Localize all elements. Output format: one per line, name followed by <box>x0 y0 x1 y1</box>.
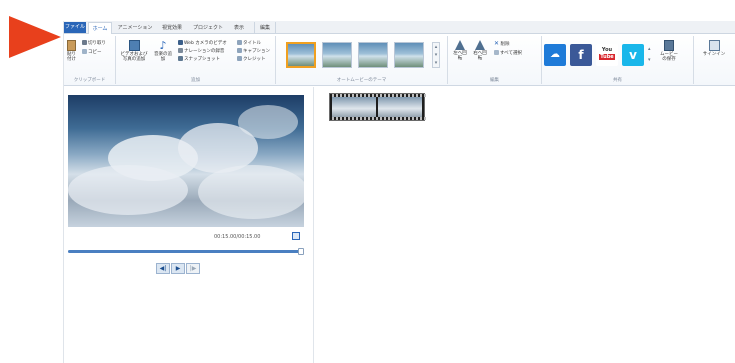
tab-file[interactable]: ファイル <box>64 22 86 33</box>
select-all-icon <box>494 50 499 55</box>
cut-button[interactable]: 切り取り <box>82 40 106 47</box>
credits-icon <box>237 56 242 61</box>
microphone-icon <box>178 48 183 53</box>
rotate-left-button[interactable]: 左へ回転 <box>452 40 468 61</box>
previous-frame-button[interactable]: ◀| <box>156 263 170 274</box>
save-movie-button[interactable]: ムービーの保存 <box>658 40 680 62</box>
vimeo-icon[interactable]: v <box>622 44 644 66</box>
share-group-label: 共有 <box>613 78 622 83</box>
snapshot-button[interactable]: スナップショット <box>178 56 220 63</box>
next-frame-button[interactable]: |▶ <box>186 263 200 274</box>
ribbon-tab-bar: ファイル ホーム アニメーション 視覚効果 プロジェクト 表示 編集 <box>64 21 735 35</box>
rotate-left-label: 左へ回転 <box>453 51 467 61</box>
youtube-icon[interactable]: You Tube <box>596 44 618 66</box>
copy-label: コピー <box>88 50 102 55</box>
snapshot-label: スナップショット <box>184 57 220 62</box>
remove-label: 削除 <box>500 42 510 47</box>
tab-project[interactable]: プロジェクト <box>190 22 226 34</box>
add-video-photo-button[interactable]: ビデオおよび写真の追加 <box>119 40 149 62</box>
clip-frame-2 <box>378 97 422 118</box>
narration-label: ナレーションの録音 <box>184 49 225 54</box>
remove-x-icon: ✕ <box>494 40 500 47</box>
webcam-icon <box>178 40 183 45</box>
webcam-video-button[interactable]: Web カメラのビデオ <box>178 40 227 47</box>
add-music-label: 音楽の追加 <box>154 52 172 62</box>
clipboard-icon <box>67 40 76 51</box>
themes-group-label: オートムービーのテーマ <box>336 78 387 83</box>
copy-button[interactable]: コピー <box>82 49 102 56</box>
rotate-left-icon <box>455 40 465 50</box>
clipboard-group-label: クリップボード <box>73 78 106 83</box>
movie-maker-window: ファイル ホーム アニメーション 視覚効果 プロジェクト 表示 編集 貼り付け … <box>63 21 735 363</box>
facebook-icon[interactable]: f <box>570 44 592 66</box>
sign-in-group: サインイン <box>696 36 732 84</box>
add-group-label: 追加 <box>191 78 200 83</box>
theme-contemporary-thumbnail[interactable] <box>322 42 352 68</box>
paste-button[interactable]: 貼り付け <box>65 40 78 62</box>
video-preview <box>68 95 304 227</box>
record-narration-button[interactable]: ナレーションの録音 <box>178 48 224 55</box>
film-photo-icon <box>128 40 140 51</box>
add-group: ビデオおよび写真の追加 ♪ 音楽の追加 Web カメラのビデオ ナレーションの録… <box>116 36 276 84</box>
youtube-bottom-label: Tube <box>599 54 615 60</box>
select-all-label: すべて選択 <box>500 51 523 56</box>
select-all-button[interactable]: すべて選択 <box>494 50 522 57</box>
editing-group-label: 編集 <box>490 78 499 83</box>
theme-cinematic-thumbnail[interactable] <box>358 42 388 68</box>
pointer-arrow-icon <box>9 16 61 58</box>
preview-timecode: 00:15.00/00:15.00 <box>214 234 261 240</box>
title-label: タイトル <box>243 41 261 46</box>
share-gallery-scroll[interactable]: ▴ ▾ <box>648 44 654 66</box>
caption-label: キャプション <box>243 49 270 54</box>
youtube-top-label: You <box>601 47 613 53</box>
sign-in-icon <box>708 40 720 51</box>
ribbon: 貼り付け 切り取り コピー クリップボード ビデオおよび写真の追加 ♪ 音楽の追… <box>64 34 735 86</box>
camera-icon <box>178 56 183 61</box>
credits-label: クレジット <box>243 57 266 62</box>
remove-button[interactable]: ✕ 削除 <box>494 40 509 48</box>
sign-in-button[interactable]: サインイン <box>700 40 728 57</box>
theme-fade-thumbnail[interactable] <box>394 42 424 68</box>
clipboard-group: 貼り付け 切り取り コピー クリップボード <box>64 36 116 84</box>
theme-default-thumbnail[interactable] <box>286 42 316 68</box>
title-icon <box>237 40 242 45</box>
pane-divider[interactable] <box>313 87 314 363</box>
cut-label: 切り取り <box>88 41 106 46</box>
automovie-themes-group: ▴ ▾ ▾ オートムービーのテーマ <box>276 36 448 84</box>
add-music-button[interactable]: ♪ 音楽の追加 <box>154 40 172 62</box>
caption-icon <box>237 48 242 53</box>
rotate-right-label: 右へ回転 <box>473 51 487 61</box>
webcam-label: Web カメラのビデオ <box>184 41 227 46</box>
tab-visual-effects[interactable]: 視覚効果 <box>158 22 186 34</box>
credits-button[interactable]: クレジット <box>237 56 266 63</box>
tab-edit[interactable]: 編集 <box>254 22 276 34</box>
scissors-icon <box>82 40 87 45</box>
film-strip-bottom <box>330 117 426 120</box>
seek-bar[interactable] <box>68 248 304 255</box>
copy-icon <box>82 49 87 54</box>
sign-in-label: サインイン <box>702 52 726 57</box>
rotate-right-button[interactable]: 右へ回転 <box>472 40 488 61</box>
save-movie-icon <box>664 40 674 51</box>
add-video-photo-label: ビデオおよび写真の追加 <box>120 52 148 62</box>
theme-gallery-scroll[interactable]: ▴ ▾ ▾ <box>432 42 440 68</box>
tab-view[interactable]: 表示 <box>230 22 248 34</box>
save-movie-label: ムービーの保存 <box>660 52 678 62</box>
storyboard-clip[interactable] <box>329 93 426 121</box>
clip-frame-1 <box>332 97 376 118</box>
title-button[interactable]: タイトル <box>237 40 261 47</box>
paste-label: 貼り付け <box>67 52 76 62</box>
screenshot: ファイル ホーム アニメーション 視覚効果 プロジェクト 表示 編集 貼り付け … <box>0 0 735 363</box>
onedrive-icon[interactable]: ☁ <box>544 44 566 66</box>
caption-button[interactable]: キャプション <box>237 48 270 55</box>
seek-bar-thumb[interactable] <box>298 248 304 255</box>
play-button[interactable]: ▶ <box>171 263 185 274</box>
music-note-icon: ♪ <box>159 39 167 52</box>
fullscreen-icon[interactable] <box>292 232 300 240</box>
editing-group: 左へ回転 右へ回転 ✕ 削除 すべて選択 編集 <box>448 36 542 84</box>
tab-animations[interactable]: アニメーション <box>116 22 154 34</box>
rotate-right-icon <box>475 40 485 50</box>
share-group: ☁ f You Tube v ▴ ▾ ムービーの保存 共有 <box>542 36 694 84</box>
seek-bar-fill <box>68 250 304 253</box>
